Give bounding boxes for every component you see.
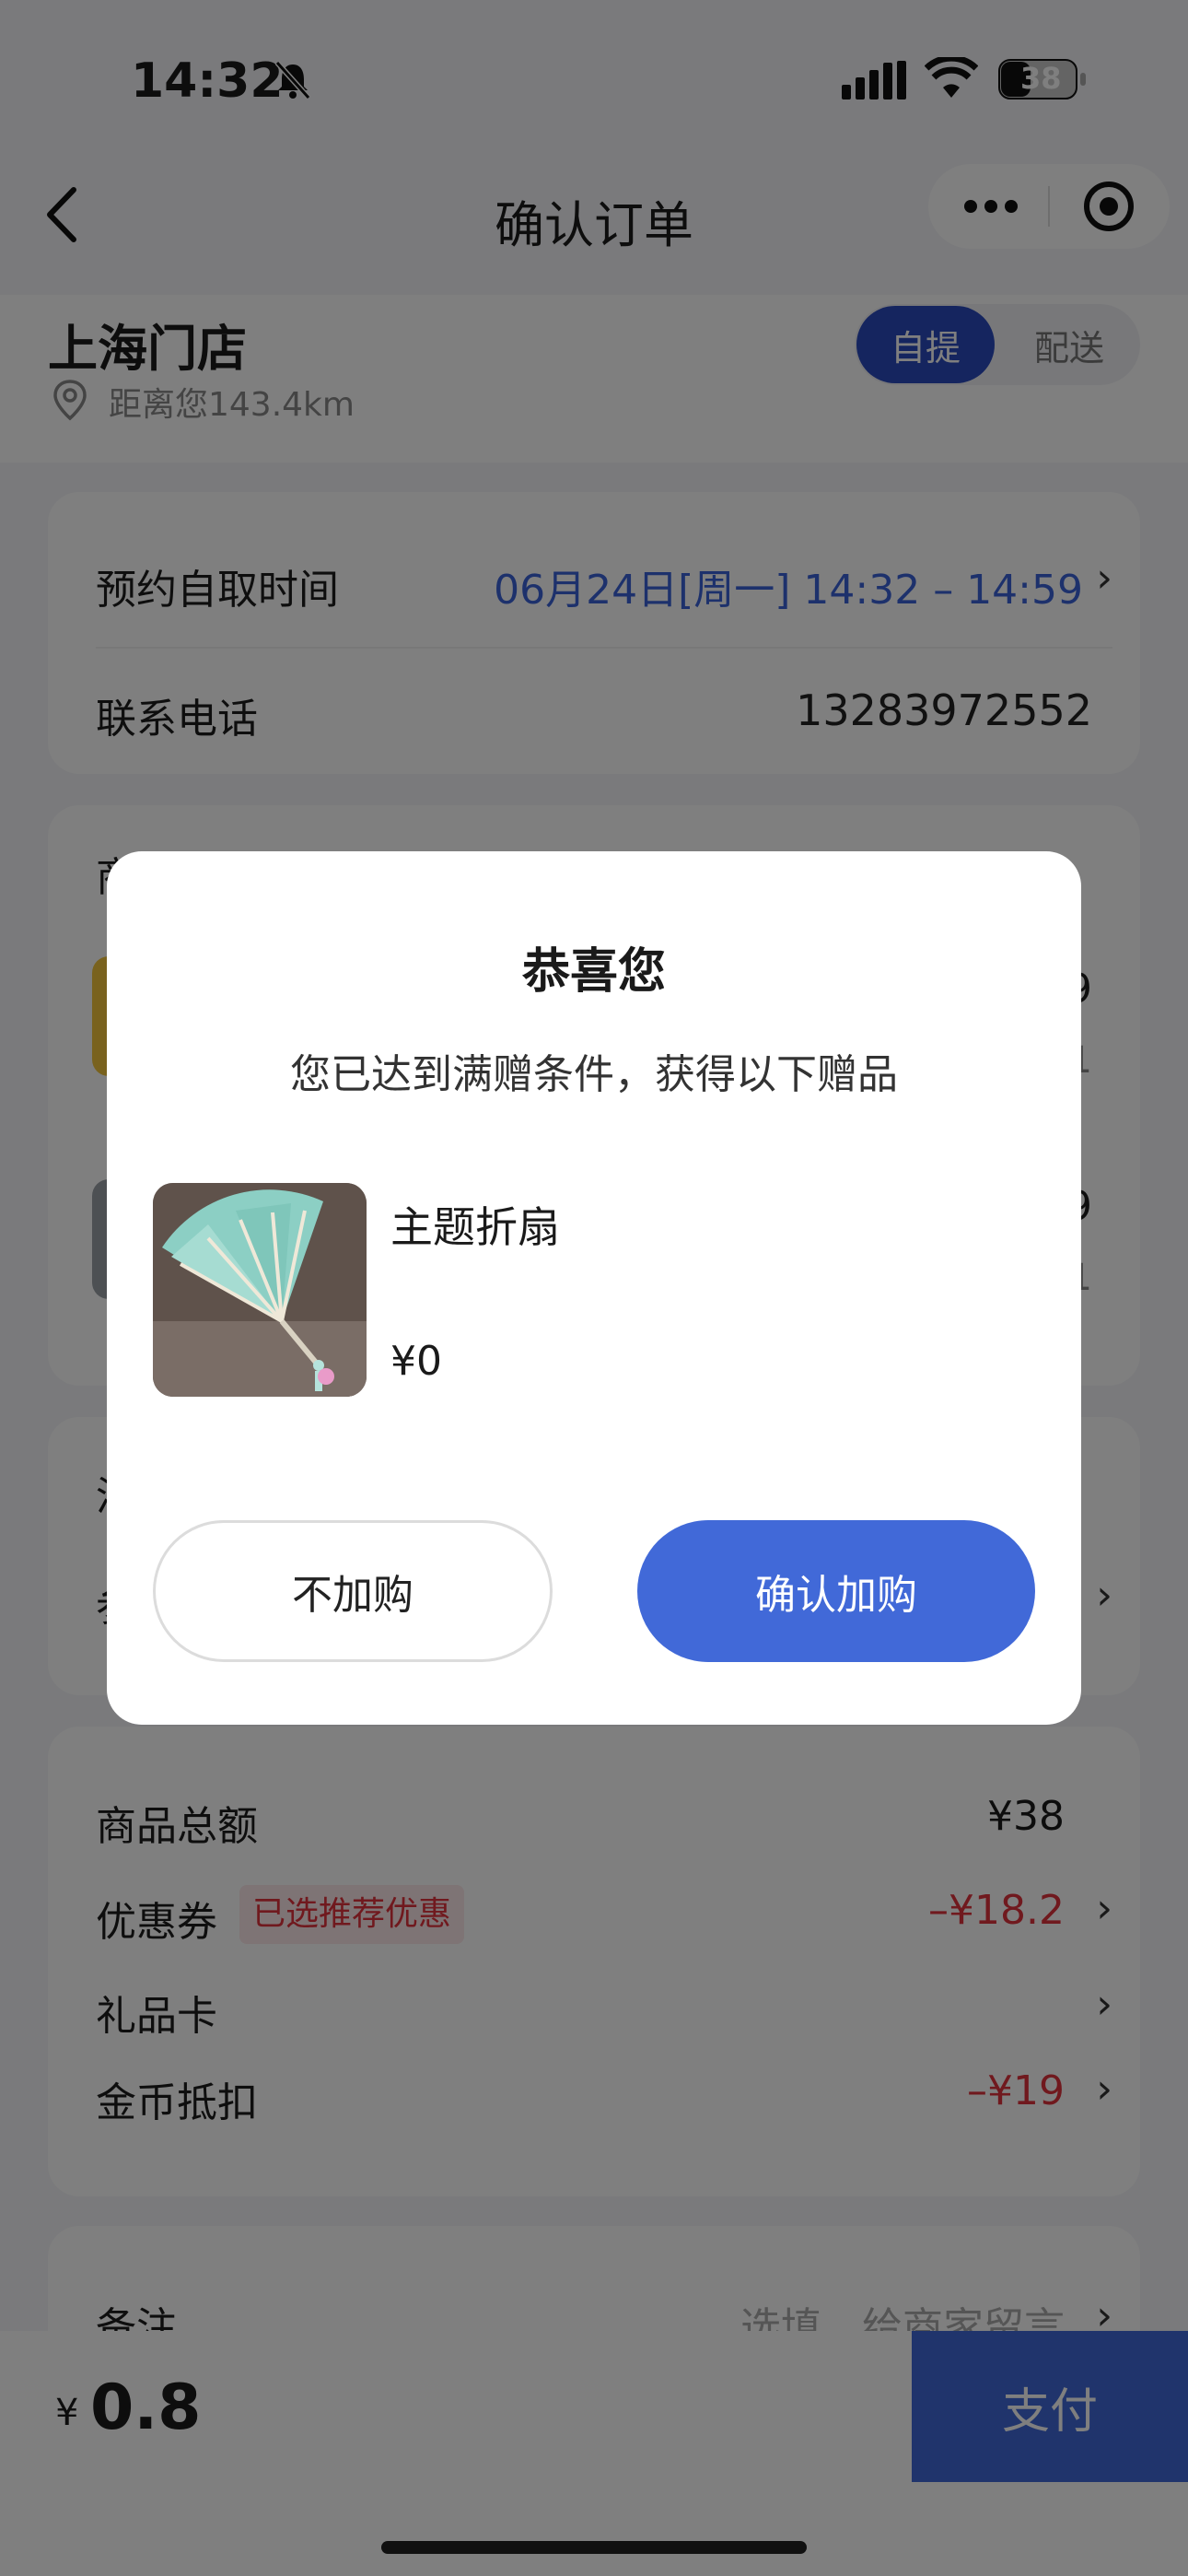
gift-modal: 恭喜您 您已达到满赠条件，获得以下赠品 主题折扇 ¥0 不加购 确认加购 <box>107 851 1081 1725</box>
gift-name: 主题折扇 <box>390 1202 560 1252</box>
modal-title: 恭喜您 <box>521 944 666 1000</box>
decline-button[interactable]: 不加购 <box>153 1520 553 1662</box>
confirm-add-button[interactable]: 确认加购 <box>637 1520 1035 1662</box>
modal-subtitle: 您已达到满赠条件，获得以下赠品 <box>290 1051 898 1098</box>
home-indicator <box>381 2541 807 2554</box>
gift-price: ¥0 <box>390 1338 442 1385</box>
gift-image <box>153 1183 367 1397</box>
